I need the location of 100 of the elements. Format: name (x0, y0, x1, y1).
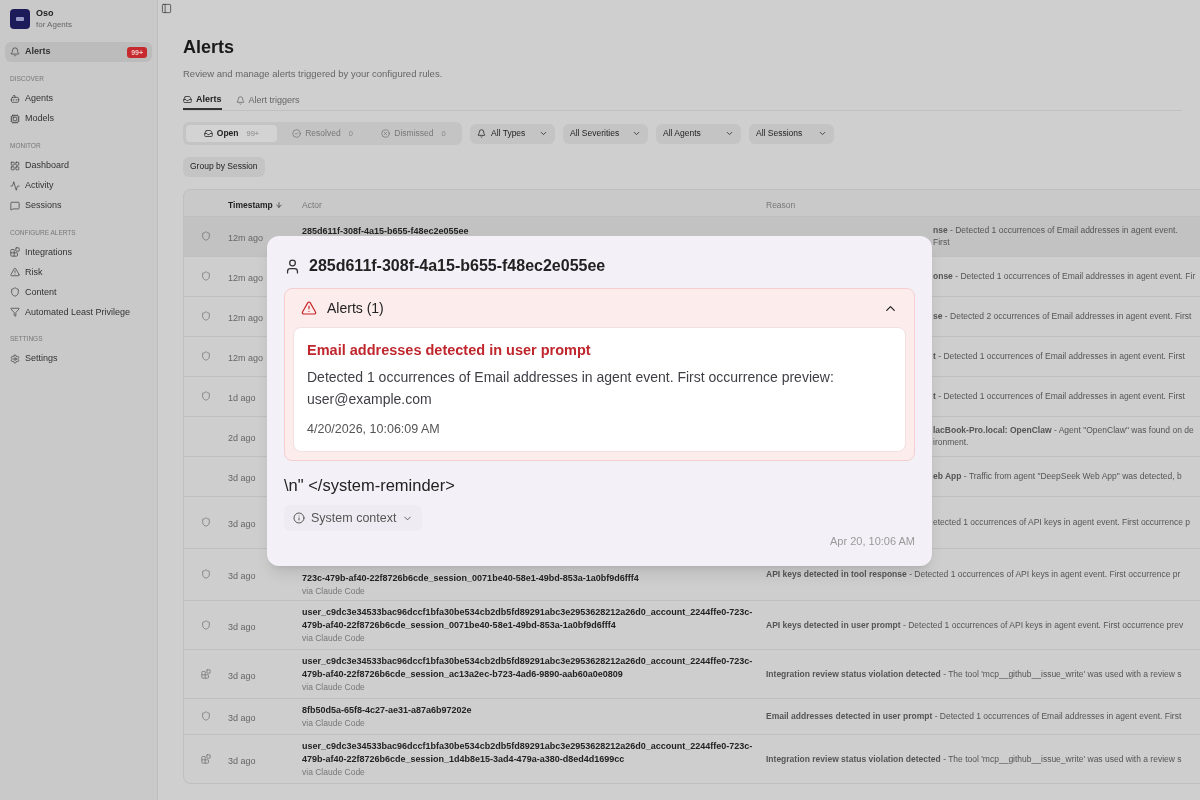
tab[interactable]: Alerts (183, 90, 222, 111)
status-icon (292, 129, 302, 139)
alert-time: 4/20/2026, 10:06:09 AM (307, 420, 441, 438)
nav-icon (10, 267, 20, 278)
table-row[interactable]: 3d ago 8fb50d5a-65f8-4c27-ae31-a87a6b97202e via Claude Code Email addresses detected in user prompt - Detected 1 occurrences of Email addresses in agent event. First (184, 697, 1200, 734)
actor-source: via Claude Code (302, 680, 366, 693)
timestamp-cell: 3d ago (228, 519, 256, 530)
column-header[interactable]: Timestamp (228, 198, 283, 212)
sidebar-toggle-icon[interactable] (161, 2, 172, 14)
message-time: Apr 20, 10:06 AM (830, 534, 915, 550)
timestamp-cell: 3d ago (228, 755, 256, 766)
app-subtitle: for Agents (36, 19, 73, 30)
filter-dropdown[interactable]: All Severities (563, 123, 648, 144)
tab-icon (183, 94, 192, 104)
timestamp-cell: 3d ago (228, 473, 256, 484)
shield-icon (201, 711, 211, 722)
filter-dropdown[interactable]: All Sessions (749, 123, 834, 144)
shield-icon (201, 391, 211, 402)
reason-cell-text: Integration review status violation detected - The tool 'mcp__github__issue_write' was used with a review s (766, 752, 1183, 765)
nav-item[interactable]: Content (5, 282, 152, 303)
actor-source: via Claude Code (302, 716, 366, 729)
reason-cell-text: t - Detected 1 occurrences of Email addresses in agent event. First (933, 350, 1186, 363)
actor-cell-text: user_c9dc3e34533bac96dccf1bfa30be534cb2db5fd89291abc3e2953628212a26d0_account_2244ffe0-723c-479b-af40-22f8726b6cde_session_0071be40-58e1-49bd-853a-1a0bf9d6fff4 (302, 605, 754, 632)
table-row[interactable] (184, 733, 1200, 783)
timestamp-cell: 3d ago (228, 670, 256, 681)
actor-source: via Claude Code (302, 584, 366, 597)
timestamp-cell: 12m ago (228, 233, 264, 244)
actor-cell-text: 723c-479b-af40-22f8726b6cde_session_0071be40-58e1-49bd-853a-1a0bf9d6fff4 (302, 571, 640, 585)
tab[interactable]: Alert triggers (235, 90, 300, 111)
page-title: Alerts (183, 36, 236, 59)
timestamp-cell: 12m ago (228, 353, 264, 364)
shield-icon (201, 517, 211, 528)
actor-cell-text: user_c9dc3e34533bac96dccf1bfa30be534cb2db5fd89291abc3e2953628212a26d0_account_2244ffe0-723c-479b-af40-22f8726b6cde_session_1d4b8e15-3ad4-479a-a380-d8ed4d1699cc (302, 739, 754, 766)
shield-icon (201, 271, 211, 282)
reason-cell-text: nse - Detected 1 occurrences of Email addresses in agent event. First (933, 224, 1179, 249)
status-icon (203, 129, 213, 139)
app-name: Oso (36, 8, 55, 19)
shield-icon (201, 351, 211, 362)
reason-cell-text: API keys detected in user prompt - Detected 1 occurrences of API keys in agent event. First occurrence prev (766, 618, 1185, 631)
nav-icon (10, 307, 20, 318)
timestamp-cell: 12m ago (228, 313, 264, 324)
timestamp-cell: 3d ago (228, 621, 256, 632)
nav-icon (10, 354, 20, 364)
actor-cell-text: 285d611f-308f-4a15-b655-f48ec2e055ee (302, 224, 470, 238)
status-icon (381, 129, 391, 139)
timestamp-cell: 3d ago (228, 571, 256, 582)
reason-cell-text: eb App - Traffic from agent "DeepSeek Web App" was detected, b (933, 470, 1183, 483)
table-row[interactable] (184, 648, 1200, 698)
shield-icon (201, 569, 211, 580)
nav-item[interactable]: Activity (5, 175, 152, 196)
message-text: \n" </system-reminder> (284, 474, 456, 496)
reason-cell-text: Email addresses detected in user prompt - Detected 1 occurrences of Email addresses in agent event. First (766, 710, 1183, 723)
blocks-icon (201, 753, 211, 764)
nav-item[interactable]: Sessions (5, 195, 152, 216)
reason-cell-text: API keys detected in tool response - Detected 1 occurrences of API keys in agent event. First occurrence pr (766, 568, 1182, 581)
nav-item[interactable]: Dashboard (5, 155, 152, 176)
nav-item[interactable]: Integrations (5, 242, 152, 263)
table-row[interactable] (184, 599, 1200, 649)
filter-dropdown[interactable]: All Agents (656, 123, 741, 144)
nav-icon (10, 93, 20, 104)
nav-item[interactable]: Automated Least Privilege (5, 302, 152, 323)
timestamp-cell: 2d ago (228, 433, 256, 444)
shield-icon (201, 231, 211, 242)
actor-source: via Claude Code (302, 765, 366, 778)
person-icon (284, 257, 301, 275)
shield-icon (201, 311, 211, 322)
nav-icon (10, 247, 20, 258)
timestamp-cell: 1d ago (228, 393, 256, 404)
nav-icon (10, 180, 20, 191)
logo-icon (10, 9, 30, 29)
reason-cell: onse - Detected 1 occurrences of Email addresses in agent event. Fir (933, 270, 1196, 283)
actor-source: via Claude Code (302, 631, 366, 644)
info-icon (293, 512, 305, 525)
alert-description: Detected 1 occurrences of Email addresses in agent event. First occurrence preview: user@example.com (307, 367, 835, 409)
system-context-button[interactable]: System context (284, 505, 423, 532)
blocks-icon (201, 668, 211, 679)
nav-item[interactable]: Agents (5, 88, 152, 109)
reason-cell-text: etected 1 occurrences of API keys in agent event. First occurrence p (933, 516, 1192, 529)
alerts-toggle[interactable]: Alerts (1) (293, 289, 906, 327)
sort-arrow-icon (274, 201, 283, 209)
dialog-title: 285d611f-308f-4a15-b655-f48ec2e055ee (309, 256, 606, 276)
group-by-session-button[interactable]: Group by Session (183, 156, 265, 177)
page-subtitle: Review and manage alerts triggered by your configured rules. (183, 67, 444, 81)
nav-icon (10, 287, 20, 298)
nav-icon (10, 200, 20, 211)
shield-icon (201, 619, 211, 630)
nav-icon (10, 113, 20, 124)
nav-item[interactable]: Risk (5, 262, 152, 283)
filter-dropdown[interactable]: All Types (470, 123, 555, 144)
timestamp-cell: 3d ago (228, 713, 256, 724)
timestamp-cell: 12m ago (228, 273, 264, 284)
reason-cell-text: Integration review status violation detected - The tool 'mcp__github__issue_write' was used with a review s (766, 667, 1183, 680)
reason-cell-text: lacBook-Pro.local: OpenClaw - Agent "OpenClaw" was found on de ironment. (933, 424, 1195, 449)
nav-icon (10, 47, 20, 57)
actor-cell-text: 8fb50d5a-65f8-4c27-ae31-a87a6b97202e (302, 703, 473, 717)
nav-icon (10, 160, 20, 171)
nav-item[interactable]: Models (5, 108, 152, 129)
reason-cell-text: se - Detected 2 occurrences of Email addresses in agent event. First (933, 310, 1193, 323)
reason-cell-text: t - Detected 1 occurrences of Email addresses in agent event. First (933, 390, 1186, 403)
nav-item[interactable]: Settings (5, 349, 152, 369)
